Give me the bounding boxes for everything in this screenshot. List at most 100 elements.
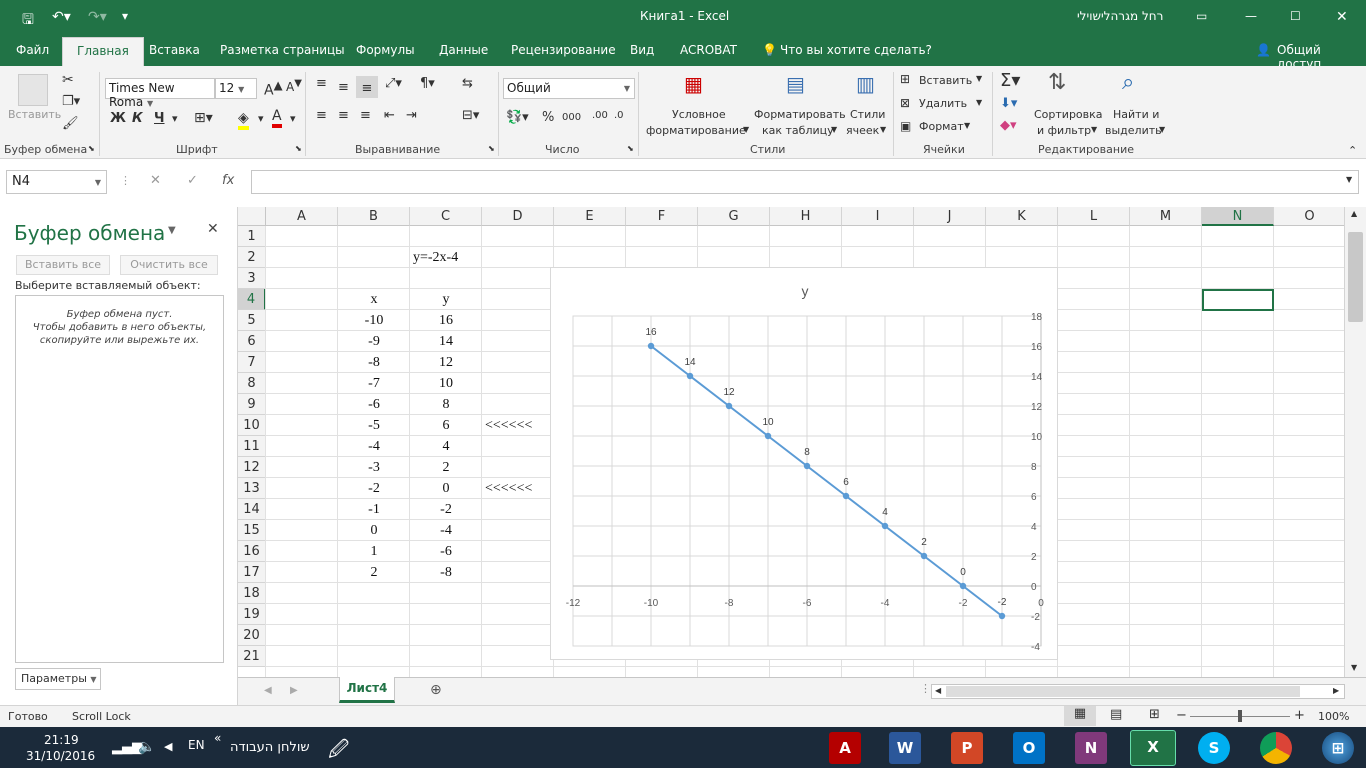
volume-icon[interactable]: 🔈 [138, 739, 155, 755]
tab-formulas[interactable]: Формулы [356, 43, 415, 57]
scroll-right-icon[interactable]: ▶ [1333, 686, 1339, 695]
column-header-e[interactable]: E [554, 207, 626, 226]
name-box[interactable]: N4 ▼ [6, 170, 107, 194]
column-header-b[interactable]: B [338, 207, 410, 226]
cell-styles-label-1[interactable]: Стили [850, 108, 885, 121]
prev-sheet-icon[interactable]: ◀ [264, 685, 272, 696]
selected-cell-n4[interactable] [1202, 289, 1274, 311]
add-sheet-icon[interactable]: ⊕ [430, 682, 442, 698]
vertical-scrollbar[interactable]: ▲ ▼ [1344, 207, 1366, 677]
chrome-icon[interactable] [1260, 732, 1292, 764]
outlook-icon[interactable]: O [1013, 732, 1045, 764]
desktop-icon[interactable]: 🖉 [328, 735, 349, 769]
format-cells-button[interactable]: Формат [919, 120, 964, 133]
align-left-icon[interactable]: ≡ [316, 108, 327, 123]
font-launcher-icon[interactable]: ⬊ [295, 144, 302, 153]
orientation-icon[interactable]: ⤢▾ [385, 76, 402, 91]
cond-format-label-1[interactable]: Условное [672, 108, 726, 121]
column-header-m[interactable]: M [1130, 207, 1202, 226]
scroll-up-icon[interactable]: ▲ [1351, 209, 1357, 218]
insert-cells-button[interactable]: Вставить [919, 74, 972, 87]
tab-view[interactable]: Вид [630, 43, 654, 57]
paste-button[interactable]: Вставить [8, 108, 61, 121]
clear-icon[interactable]: ◆▾ [1000, 118, 1017, 133]
cell-c2[interactable]: y=-2x-4 [410, 247, 482, 268]
tab-page-layout[interactable]: Разметка страницы [220, 43, 345, 57]
cell-b15[interactable]: 0 [338, 520, 410, 541]
tab-file[interactable]: Файл [16, 43, 49, 57]
sort-label-2[interactable]: и фильтр [1037, 124, 1091, 137]
sheet-tab-list4[interactable]: Лист4 [339, 677, 395, 703]
cell-c14[interactable]: -2 [410, 499, 482, 520]
decrease-font-icon[interactable]: A▼ [286, 78, 302, 94]
page-layout-view-icon[interactable]: ▤ [1110, 707, 1122, 722]
undo-icon[interactable]: ↶▾ [52, 9, 71, 25]
format-painter-icon[interactable]: 🖌 [62, 116, 79, 131]
excel-icon[interactable]: X [1130, 730, 1176, 766]
cell-c11[interactable]: 4 [410, 436, 482, 457]
number-format-combobox[interactable]: Общий ▼ [503, 78, 635, 99]
confirm-entry-icon[interactable]: ✓ [187, 173, 198, 188]
maximize-icon[interactable]: ☐ [1290, 9, 1301, 23]
borders-icon[interactable]: ⊞▾ [194, 110, 213, 126]
autosum-icon[interactable]: Σ▾ [1000, 70, 1020, 91]
font-size-combobox[interactable]: 12 ▼ [215, 78, 257, 99]
number-launcher-icon[interactable]: ⬊ [627, 144, 634, 153]
italic-button[interactable]: К [132, 111, 143, 126]
delete-cells-button[interactable]: Удалить [919, 97, 967, 110]
row-header-19[interactable]: 19 [238, 604, 266, 625]
cell-b7[interactable]: -8 [338, 352, 410, 373]
desktop-toolbar[interactable]: שולחן העבודה [230, 740, 310, 755]
cell-b13[interactable]: -2 [338, 478, 410, 499]
cell-b16[interactable]: 1 [338, 541, 410, 562]
column-header-j[interactable]: J [914, 207, 986, 226]
align-bottom-icon[interactable]: ≡ [356, 76, 378, 98]
chart[interactable]: y -12 -10 -8 -6 -4 -2 0 18 16 14 12 10 8 6 4 2 0 -2 -4 16 14 1… [550, 267, 1058, 660]
column-header-n[interactable]: N [1202, 207, 1274, 226]
merge-icon[interactable]: ⊟▾ [462, 108, 479, 123]
cell-b5[interactable]: -10 [338, 310, 410, 331]
cell-c13[interactable]: 0 [410, 478, 482, 499]
align-top-icon[interactable]: ≡ [316, 76, 327, 91]
taskbar-date[interactable]: 31/10/2016 [26, 749, 95, 763]
acrobat-icon[interactable]: A [829, 732, 861, 764]
close-icon[interactable]: ✕ [1336, 9, 1348, 25]
decrease-indent-icon[interactable]: ⇤ [384, 108, 395, 123]
bold-button[interactable]: Ж [110, 111, 126, 126]
options-button[interactable]: Параметры ▼ [15, 668, 101, 690]
scroll-left-icon[interactable]: ◀ [935, 686, 941, 695]
redo-icon[interactable]: ↷▾ [88, 9, 107, 25]
collapse-ribbon-icon[interactable]: ⌃ [1348, 144, 1357, 157]
cell-c6[interactable]: 14 [410, 331, 482, 352]
cell-b9[interactable]: -6 [338, 394, 410, 415]
tell-me-input[interactable]: Что вы хотите сделать? [780, 43, 932, 57]
font-name-combobox[interactable]: Times New Roma ▼ [105, 78, 215, 109]
user-name[interactable]: רחל מגרהלישוילי [1077, 9, 1163, 23]
increase-font-icon[interactable]: A▲ [264, 78, 283, 99]
fill-icon[interactable]: ⬇▾ [1000, 96, 1017, 111]
zoom-slider-thumb[interactable] [1238, 710, 1242, 722]
language-indicator[interactable]: EN [188, 738, 205, 752]
row-header-15[interactable]: 15 [238, 520, 266, 541]
fill-color-icon[interactable]: ◈ [238, 110, 249, 130]
word-icon[interactable]: W [889, 732, 921, 764]
start-button-icon[interactable]: ⊞ [1322, 732, 1354, 764]
cell-c9[interactable]: 8 [410, 394, 482, 415]
column-header-d[interactable]: D [482, 207, 554, 226]
horizontal-scrollbar[interactable]: ◀ ▶ [931, 684, 1345, 699]
cell-b11[interactable]: -4 [338, 436, 410, 457]
minimize-icon[interactable]: — [1245, 9, 1257, 23]
row-header-8[interactable]: 8 [238, 373, 266, 394]
cell-b8[interactable]: -7 [338, 373, 410, 394]
paste-icon[interactable] [18, 74, 48, 106]
cell-c16[interactable]: -6 [410, 541, 482, 562]
save-icon[interactable]: 🖫 [22, 9, 34, 33]
rtl-icon[interactable]: ⇆ [462, 76, 473, 91]
sort-label-1[interactable]: Сортировка [1034, 108, 1103, 121]
cell-b10[interactable]: -5 [338, 415, 410, 436]
cell-c17[interactable]: -8 [410, 562, 482, 583]
row-header-1[interactable]: 1 [238, 226, 266, 247]
font-color-dropdown-icon[interactable]: ▾ [290, 112, 296, 125]
clipboard-launcher-icon[interactable]: ⬊ [88, 144, 95, 153]
fill-dropdown-icon[interactable]: ▾ [258, 112, 264, 125]
